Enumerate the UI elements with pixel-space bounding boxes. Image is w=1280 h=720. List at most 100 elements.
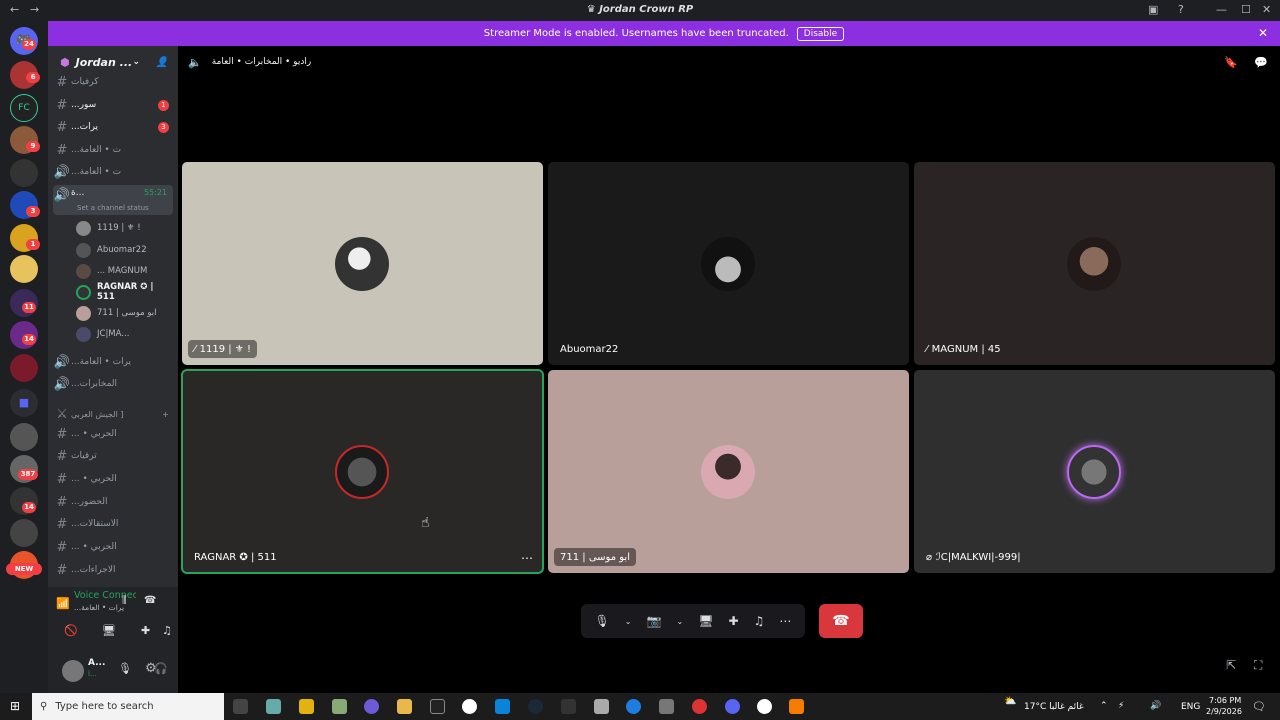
channel-text[interactable]: # ترقيات	[53, 446, 173, 466]
volume-icon[interactable]: 🔊	[1150, 701, 1161, 711]
inbox-icon[interactable]: ▣	[1148, 3, 1158, 16]
voice-status[interactable]: Voice Connected	[74, 590, 136, 601]
screen-share-icon[interactable]: 🖥	[698, 614, 713, 628]
activities-icon[interactable]: ✚	[729, 614, 739, 628]
hang-up-button[interactable]: ☎	[819, 604, 863, 638]
taskbar-search[interactable]: ⚲ Type here to search	[32, 693, 224, 720]
help-icon[interactable]: ?	[1178, 3, 1184, 16]
microphone-icon[interactable]: 🎙	[595, 614, 610, 628]
noise-suppression-icon[interactable]: ⫼	[122, 595, 127, 606]
channel-text[interactable]: # ...الاستقالات	[53, 514, 173, 534]
channel-voice-active[interactable]: 🔊 ة... 55:21 Set a channel status	[53, 185, 173, 215]
app-icon[interactable]	[594, 699, 609, 714]
screen-share-icon[interactable]: 🖥	[102, 624, 116, 637]
voice-channel-name[interactable]: ...يرات • العامة	[74, 603, 136, 612]
add-member-icon[interactable]: 👤	[156, 57, 168, 68]
participant-tile[interactable]: ⁄ MAGNUM | 45	[914, 162, 1275, 365]
settings-gear-icon[interactable]: ⚙	[145, 661, 157, 676]
server-icon[interactable]	[10, 159, 38, 187]
camera-off-icon[interactable]: 🚫	[64, 624, 78, 637]
disable-button[interactable]: Disable	[796, 26, 845, 41]
voice-user[interactable]: 711 | ابو موسى	[76, 303, 171, 323]
notification-icon[interactable]: 🗨	[1252, 700, 1266, 713]
chevron-down-icon[interactable]: ⌄	[677, 617, 684, 626]
rockstar-icon[interactable]	[299, 699, 314, 714]
app-icon[interactable]	[626, 699, 641, 714]
server-icon[interactable]	[10, 423, 38, 451]
app-icon[interactable]	[266, 699, 281, 714]
mic-muted-icon: ⁄	[194, 343, 196, 355]
soundboard-icon[interactable]: ♫	[754, 614, 765, 628]
weather-text[interactable]: 17°C غائم غالبا	[1024, 702, 1084, 712]
participant-tile[interactable]: ⁄ 1119 | ⚜ !	[182, 162, 543, 365]
server-icon[interactable]: FC	[10, 94, 38, 122]
channel-text[interactable]: #... • الحربي	[53, 469, 173, 489]
avatar[interactable]	[62, 660, 84, 682]
channel-status[interactable]: Set a channel status	[77, 204, 149, 212]
channel-text[interactable]: # ...يرات 3	[53, 117, 173, 137]
app-icon[interactable]	[757, 699, 772, 714]
clock-time[interactable]: 7:06 PM	[1209, 696, 1241, 705]
channel-text[interactable]: # كرفيات	[53, 72, 173, 92]
activities-icon[interactable]: ✚	[141, 624, 150, 637]
participant-tile[interactable]: 711 | ابو موسى	[548, 370, 909, 573]
file-explorer-icon[interactable]	[397, 699, 412, 714]
popout-icon[interactable]: ⇱	[1226, 658, 1236, 672]
fullscreen-icon[interactable]: ⛶	[1254, 658, 1262, 673]
bookmark-icon[interactable]: 🔖	[1224, 56, 1238, 69]
maximize-icon[interactable]: ☐	[1241, 3, 1251, 16]
server-icon[interactable]	[10, 255, 38, 283]
camera-off-icon[interactable]: 📷	[647, 614, 662, 628]
epic-games-icon[interactable]	[430, 699, 445, 714]
app-icon[interactable]	[462, 699, 477, 714]
clock-date[interactable]: 2/9/2026	[1206, 707, 1242, 716]
close-icon[interactable]: ✕	[1258, 26, 1268, 40]
app-icon[interactable]	[789, 699, 804, 714]
add-channel-icon[interactable]: +	[162, 410, 169, 419]
close-window-icon[interactable]: ✕	[1262, 3, 1271, 16]
voice-user-speaking[interactable]: RAGNAR ✪ | 511	[76, 282, 171, 302]
minimize-icon[interactable]: —	[1216, 3, 1227, 16]
category-header[interactable]: ⚔ الجيش العربي ] +	[53, 404, 173, 424]
channel-text[interactable]: # ...سور 1	[53, 95, 173, 115]
chevron-down-icon[interactable]: ⌄	[625, 617, 632, 626]
language-indicator[interactable]: ENG	[1181, 702, 1200, 712]
voice-user[interactable]: ... MAGNUM	[76, 261, 171, 281]
folder-icon[interactable]: ■	[10, 389, 38, 417]
microphone-icon[interactable]: 🎙	[118, 662, 132, 675]
task-view-icon[interactable]	[233, 699, 248, 714]
more-options-icon[interactable]: ⋯	[779, 614, 791, 628]
steam-icon[interactable]	[528, 699, 543, 714]
more-options-icon[interactable]: ⋯	[521, 551, 533, 565]
app-icon[interactable]	[332, 699, 347, 714]
channel-text[interactable]: #... • الحربي	[53, 424, 173, 444]
channel-voice[interactable]: 🔊 ...ت • العامة	[53, 162, 173, 182]
channel-voice[interactable]: 🔊 ...المخابرات	[53, 374, 173, 394]
app-icon[interactable]	[495, 699, 510, 714]
channel-text[interactable]: # ...ت • العامة	[53, 140, 173, 160]
chat-icon[interactable]: 💬	[1254, 56, 1268, 69]
channel-text[interactable]: # ...الحضور	[53, 492, 173, 512]
server-icon[interactable]	[10, 519, 38, 547]
participant-tile[interactable]: Abuomar22	[548, 162, 909, 365]
disconnect-icon[interactable]: ☎	[144, 595, 156, 606]
discord-icon[interactable]	[725, 699, 740, 714]
weather-icon[interactable]: ⛅	[1004, 696, 1016, 707]
voice-user[interactable]: JC|MA...	[76, 324, 171, 344]
app-icon[interactable]	[561, 699, 576, 714]
participant-tile[interactable]: ⌀ ℐC|MALKWI|-999|	[914, 370, 1275, 573]
participant-tile-speaking[interactable]: RAGNAR ✪ | 511 ⋯	[181, 369, 544, 574]
network-icon[interactable]: ⚡	[1118, 701, 1124, 711]
channel-text[interactable]: # ...الاجراءات	[53, 560, 173, 580]
app-icon[interactable]	[659, 699, 674, 714]
channel-voice[interactable]: 🔊 ...يرات • العامة	[53, 352, 173, 372]
channel-text[interactable]: #... • الحربي	[53, 537, 173, 557]
media-player-icon[interactable]	[364, 699, 379, 714]
server-icon[interactable]	[10, 354, 38, 382]
chevron-up-icon[interactable]: ⌃	[1100, 701, 1108, 711]
windows-start-icon[interactable]: ⊞	[10, 699, 20, 713]
voice-user[interactable]: 1119 | ⚜ !	[76, 218, 171, 238]
soundboard-icon[interactable]: ♫	[162, 624, 172, 637]
voice-user[interactable]: Abuomar22	[76, 240, 171, 260]
chrome-icon[interactable]	[692, 699, 707, 714]
